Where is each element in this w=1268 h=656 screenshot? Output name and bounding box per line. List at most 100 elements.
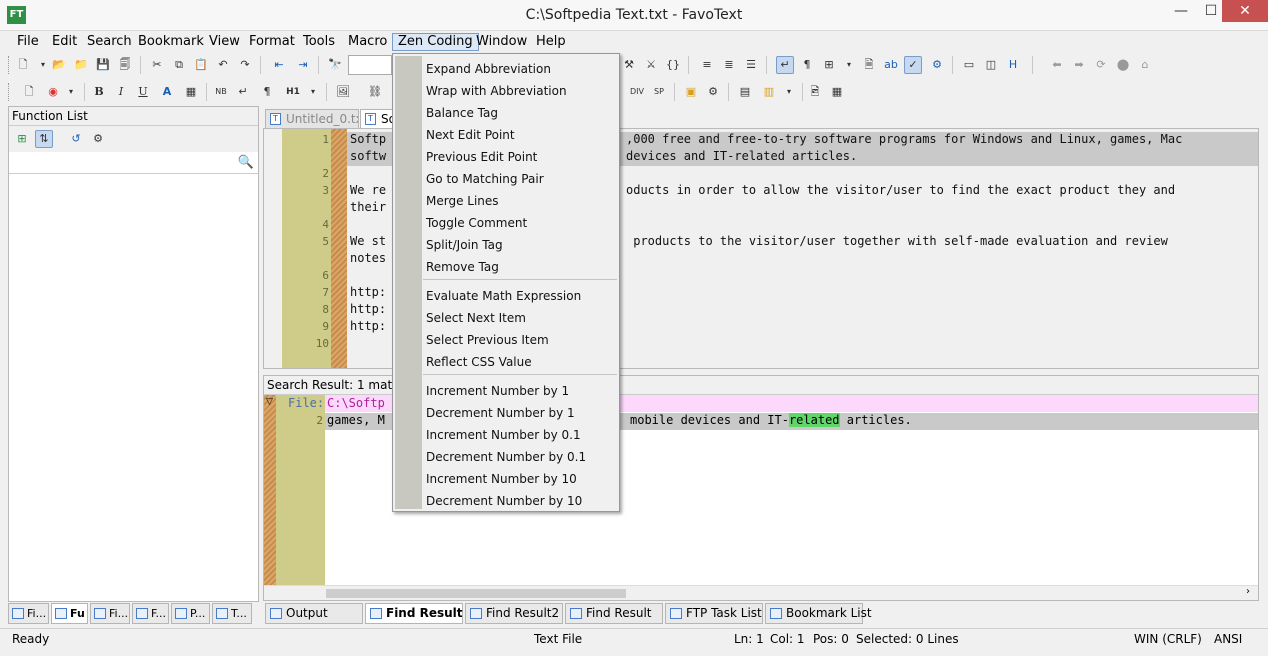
- quick-search-input[interactable]: [348, 55, 392, 75]
- menu-item-go-to-matching-pair[interactable]: Go to Matching Pair: [426, 171, 616, 187]
- tag-icon[interactable]: ⚒: [620, 56, 638, 74]
- spell-check-icon[interactable]: ✓: [904, 56, 922, 74]
- word-wrap-icon[interactable]: ↵: [776, 56, 794, 74]
- menu-item-merge-lines[interactable]: Merge Lines: [426, 193, 616, 209]
- menu-edit[interactable]: Edit: [47, 33, 82, 51]
- tab-templates[interactable]: T...: [212, 603, 252, 624]
- stop-icon[interactable]: ⬤: [1114, 56, 1132, 74]
- menu-view[interactable]: View: [204, 33, 245, 51]
- table-dropdown-icon[interactable]: ▾: [780, 83, 798, 101]
- menu-macro[interactable]: Macro: [343, 33, 392, 51]
- column-mode-icon[interactable]: ⊞: [820, 56, 838, 74]
- image-icon[interactable]: 🖼: [334, 83, 352, 101]
- tab-function-list[interactable]: Fu: [51, 603, 88, 624]
- toolbar-grip[interactable]: [8, 56, 11, 74]
- split-window-icon[interactable]: ◫: [982, 56, 1000, 74]
- copy-icon[interactable]: ⧉: [170, 56, 188, 74]
- document-icon[interactable]: 🗎: [860, 56, 878, 74]
- menu-item-decrement-number-by-0-1[interactable]: Decrement Number by 0.1: [426, 449, 616, 465]
- heading-button[interactable]: H1: [284, 83, 302, 101]
- line-break-icon[interactable]: ↵: [234, 83, 252, 101]
- show-whitespace-icon[interactable]: ¶: [798, 56, 816, 74]
- menu-item-expand-abbreviation[interactable]: Expand Abbreviation: [426, 61, 616, 77]
- collapse-arrow-icon[interactable]: ▽: [266, 397, 273, 407]
- save-all-icon[interactable]: 🗐: [116, 56, 134, 74]
- tag-remove-icon[interactable]: ⚔: [642, 56, 660, 74]
- menu-tools[interactable]: Tools: [298, 33, 340, 51]
- bold-button[interactable]: B: [90, 83, 108, 101]
- menu-item-select-previous-item[interactable]: Select Previous Item: [426, 332, 616, 348]
- tab-favorites[interactable]: F...: [132, 603, 169, 624]
- tab-file-explorer[interactable]: Fi...: [8, 603, 49, 624]
- function-search-input[interactable]: 🔍: [9, 152, 258, 174]
- menu-help[interactable]: Help: [531, 33, 571, 51]
- menu-item-reflect-css-value[interactable]: Reflect CSS Value: [426, 354, 616, 370]
- paragraph-icon[interactable]: ¶: [258, 83, 276, 101]
- menu-item-decrement-number-by-1[interactable]: Decrement Number by 1: [426, 405, 616, 421]
- forward-arrow-icon[interactable]: ➡: [1070, 56, 1088, 74]
- tab-bookmark-list[interactable]: Bookmark List: [765, 603, 872, 624]
- horizontal-scrollbar[interactable]: ›: [264, 585, 1258, 600]
- open-folder-icon[interactable]: 📂: [50, 56, 68, 74]
- folder-icon[interactable]: 📁: [72, 56, 90, 74]
- underline-button[interactable]: U: [134, 83, 152, 101]
- tab-ftp-task-list[interactable]: FTP Task List: [665, 603, 763, 624]
- tab-untitled[interactable]: T Untitled_0.txt: [265, 109, 359, 128]
- minimize-button[interactable]: —: [1166, 0, 1196, 22]
- indent-left-icon[interactable]: ⇤: [270, 56, 288, 74]
- settings-icon[interactable]: ⚙: [704, 83, 722, 101]
- window-icon[interactable]: ▭: [960, 56, 978, 74]
- close-button[interactable]: ✕: [1222, 0, 1268, 22]
- menu-item-increment-number-by-1[interactable]: Increment Number by 1: [426, 383, 616, 399]
- heading-dropdown-icon[interactable]: ▾: [304, 83, 322, 101]
- menu-item-remove-tag[interactable]: Remove Tag: [426, 259, 616, 275]
- menu-window[interactable]: Window: [471, 33, 532, 51]
- save-icon[interactable]: 💾: [94, 56, 112, 74]
- scroll-right-icon[interactable]: ›: [1246, 586, 1250, 597]
- search-icon[interactable]: 🔍: [238, 155, 254, 170]
- gear-icon[interactable]: ⚙: [928, 56, 946, 74]
- menu-item-evaluate-math-expression[interactable]: Evaluate Math Expression: [426, 288, 616, 304]
- browser-icon[interactable]: ◉: [44, 83, 62, 101]
- tab-softpedia-text[interactable]: TSof: [360, 109, 394, 128]
- tree-view-icon[interactable]: ⊞: [13, 130, 31, 148]
- refresh-icon[interactable]: ↺: [67, 130, 85, 148]
- refresh-icon[interactable]: ⟳: [1092, 56, 1110, 74]
- highlight-icon[interactable]: ab: [882, 56, 900, 74]
- paste-icon[interactable]: 📋: [192, 56, 210, 74]
- menu-search[interactable]: Search: [82, 33, 137, 51]
- color-grid-icon[interactable]: ▦: [182, 83, 200, 101]
- menu-item-select-next-item[interactable]: Select Next Item: [426, 310, 616, 326]
- italic-button[interactable]: I: [112, 83, 130, 101]
- menu-item-wrap-with-abbreviation[interactable]: Wrap with Abbreviation: [426, 83, 616, 99]
- tab-find-result-files[interactable]: Find Result: [565, 603, 663, 624]
- align-center-icon[interactable]: ≣: [720, 56, 738, 74]
- find-binoculars-icon[interactable]: 🔭: [326, 56, 344, 74]
- new-file-icon[interactable]: 🗋: [14, 56, 32, 74]
- scrollbar-thumb[interactable]: [326, 589, 626, 598]
- browser-dropdown-icon[interactable]: ▾: [62, 83, 80, 101]
- braces-icon[interactable]: {}: [664, 56, 682, 74]
- tab-output[interactable]: Output: [265, 603, 363, 624]
- back-arrow-icon[interactable]: ⬅: [1048, 56, 1066, 74]
- menu-item-previous-edit-point[interactable]: Previous Edit Point: [426, 149, 616, 165]
- grid-icon[interactable]: ▦: [828, 83, 846, 101]
- list-icon[interactable]: ▤: [736, 83, 754, 101]
- align-left-icon[interactable]: ≡: [698, 56, 716, 74]
- tab-project[interactable]: P...: [171, 603, 210, 624]
- menu-bookmark[interactable]: Bookmark: [133, 33, 209, 51]
- menu-format[interactable]: Format: [244, 33, 300, 51]
- home-icon[interactable]: ⌂: [1136, 56, 1154, 74]
- menu-item-split-join-tag[interactable]: Split/Join Tag: [426, 237, 616, 253]
- fold-margin[interactable]: [264, 395, 276, 585]
- redo-icon[interactable]: ↷: [236, 56, 254, 74]
- properties-icon[interactable]: ⚙: [89, 130, 107, 148]
- menu-file[interactable]: File: [12, 33, 44, 51]
- nbsp-button[interactable]: NB: [212, 83, 230, 101]
- fold-margin[interactable]: [331, 129, 347, 368]
- font-button[interactable]: A: [158, 83, 176, 101]
- form-icon[interactable]: ▣: [682, 83, 700, 101]
- menu-zen-coding[interactable]: Zen Coding: [392, 33, 479, 51]
- span-button[interactable]: SP: [650, 83, 668, 101]
- div-button[interactable]: DIV: [626, 83, 648, 101]
